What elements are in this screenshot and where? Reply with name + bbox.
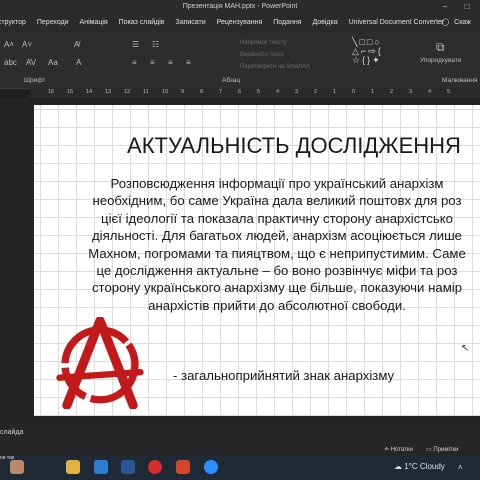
file-explorer-icon[interactable] [66, 460, 80, 474]
ruler-tick: 0 [352, 89, 356, 95]
font-size-increase-icon[interactable]: A˄ [4, 40, 14, 49]
shapes-gallery-icon[interactable]: ╲□□○ △⌐⇨{☆{}✦ [352, 38, 383, 65]
highlight-icon[interactable]: A [76, 58, 81, 67]
tab-transitions[interactable]: Переходи [37, 14, 69, 32]
font-size-decrease-icon[interactable]: A˅ [22, 40, 32, 49]
align-left-icon[interactable]: ≡ [132, 58, 137, 67]
mouse-pointer-icon: ↖ [461, 343, 470, 354]
ruler-tick: 2 [314, 89, 318, 95]
cloud-icon: ☁ [394, 462, 402, 471]
align-right-icon[interactable]: ≡ [168, 58, 173, 67]
smartart-button[interactable]: Перетворити на SmartArt [240, 64, 310, 70]
taskbar: не так ☁ 1°C Cloudy ˄ [0, 455, 480, 480]
ribbon-tabs: Конструктор Переходи Анімація Показ слай… [0, 14, 480, 32]
ruler-tick: 13 [105, 89, 112, 95]
weather-text: Cloudy [419, 462, 445, 471]
ruler-tick: 15 [67, 89, 74, 95]
notes-button[interactable]: ≐ Нотатки [384, 446, 413, 453]
body-line: діяльності. Для багатьох людей, анархізм… [91, 228, 463, 244]
clipchamp-icon[interactable] [94, 460, 108, 474]
ruler-tick: 7 [219, 89, 223, 95]
tab-review[interactable]: Рецензування [217, 14, 263, 32]
comments-label: Примітки [433, 447, 459, 453]
slide-body-text[interactable]: Розповсюдження інформації про українськи… [42, 175, 480, 314]
ruler-tick: 9 [181, 89, 185, 95]
weather-temp: 1°C [404, 462, 418, 471]
body-line: цієї ідеології та показала практичну сто… [101, 210, 453, 226]
tab-design[interactable]: Конструктор [0, 14, 26, 32]
ruler-tick: 1 [333, 89, 337, 95]
tab-view[interactable]: Подання [273, 14, 301, 32]
slide-counter: слайда [0, 429, 24, 436]
search-box[interactable]: ◯ Скаж [437, 14, 480, 32]
maximize-icon[interactable]: □ [460, 0, 474, 14]
tab-help[interactable]: Довідка [312, 14, 337, 32]
slide-canvas[interactable]: АКТУАЛЬНІСТЬ ДОСЛІДЖЕННЯ Розповсюдження … [34, 105, 480, 416]
drawing-group-label: Малювання [442, 77, 478, 84]
arrange-icon[interactable]: ⧉ [436, 40, 445, 55]
ruler-tick: 3 [409, 89, 413, 95]
spacing-icon[interactable]: AV [26, 58, 36, 67]
ruler-tick: 8 [200, 89, 204, 95]
strikethrough-icon[interactable]: abc [4, 58, 17, 67]
ruler-tick: 11 [143, 89, 149, 95]
logo-caption[interactable]: - загальноприйнятий знак анархізму [173, 368, 394, 383]
tab-record[interactable]: Записати [175, 14, 205, 32]
ruler-tick: 3 [295, 89, 299, 95]
align-text-button[interactable]: Вирівняти текст [240, 52, 284, 58]
tab-document-converter[interactable]: Universal Document Converter [349, 14, 445, 32]
status-bar: слайда ≐ Нотатки ▭ Примітки [0, 423, 480, 455]
anarchy-symbol-icon[interactable] [54, 317, 146, 409]
ruler-tick: 6 [238, 89, 242, 95]
window-title: Презентація МАН.pptx - PowerPoint [182, 3, 298, 10]
word-icon[interactable] [121, 460, 135, 474]
numbering-icon[interactable]: ☷ [152, 40, 159, 49]
ruler-tick: 14 [86, 89, 93, 95]
body-line: анархістів прийти до абсолютної свободи. [148, 297, 406, 313]
paragraph-group-label: Абзац [222, 77, 241, 84]
arrange-label[interactable]: Упорядкувати [420, 57, 461, 64]
body-line: необхідним, бо саме Україна дала великий… [92, 193, 462, 209]
minimize-icon[interactable]: – [438, 0, 452, 14]
tab-animations[interactable]: Анімація [80, 14, 108, 32]
body-line: це дослідження актуальне – бо воно розві… [96, 262, 458, 278]
bullets-icon[interactable]: ☰ [132, 40, 139, 49]
justify-icon[interactable]: ≡ [186, 58, 191, 67]
ruler-tick: 4 [276, 89, 280, 95]
text-direction-button[interactable]: Напрямок тексту [240, 40, 287, 46]
zoom-icon[interactable] [204, 460, 218, 474]
tray-expand-icon[interactable]: ˄ [458, 463, 463, 472]
font-group-label: Шрифт [24, 77, 46, 84]
ruler-tick: 5 [257, 89, 261, 95]
lightbulb-icon: ◯ [441, 19, 450, 26]
clear-formatting-icon[interactable]: A̸ [74, 40, 79, 49]
search-label: Скаж [454, 19, 471, 26]
comments-button[interactable]: ▭ Примітки [426, 446, 459, 453]
ruler-tick: 12 [124, 89, 131, 95]
ruler-tick: 16 [48, 89, 55, 95]
tab-slideshow[interactable]: Показ слайдів [119, 14, 165, 32]
horizontal-ruler: 16 15 14 13 12 11 10 9 8 7 6 5 4 3 2 1 0 1 2 3 4 5 [30, 88, 480, 98]
ruler-tick: 2 [390, 89, 394, 95]
ruler-tick: 10 [162, 89, 169, 95]
weather-widget[interactable]: ☁ 1°C Cloudy [394, 462, 445, 471]
change-case-icon[interactable]: Aa [48, 58, 58, 67]
opera-icon[interactable] [148, 460, 162, 474]
window-title-bar: Презентація МАН.pptx - PowerPoint – □ [0, 0, 480, 14]
ruler-tick: 5 [447, 89, 451, 95]
slide-title[interactable]: АКТУАЛЬНІСТЬ ДОСЛІДЖЕННЯ [34, 133, 480, 159]
body-line: Розповсюдження інформації про українськи… [110, 176, 444, 191]
ribbon: A˄ A˅ A̸ abc AV Aa A ☰ ☷ ≡ ≡ ≡ ≡ Напрямо… [0, 32, 480, 89]
photos-app-icon[interactable] [10, 460, 24, 474]
ruler-tick: 4 [428, 89, 432, 95]
body-line: Махном, погромами та пияцтвом, що є непр… [88, 245, 466, 261]
notes-label: Нотатки [390, 447, 413, 453]
ruler-tick: 1 [371, 89, 375, 95]
powerpoint-icon[interactable] [176, 460, 190, 474]
body-line: сторону українського анархізму ще більше… [91, 280, 463, 296]
align-center-icon[interactable]: ≡ [150, 58, 155, 67]
